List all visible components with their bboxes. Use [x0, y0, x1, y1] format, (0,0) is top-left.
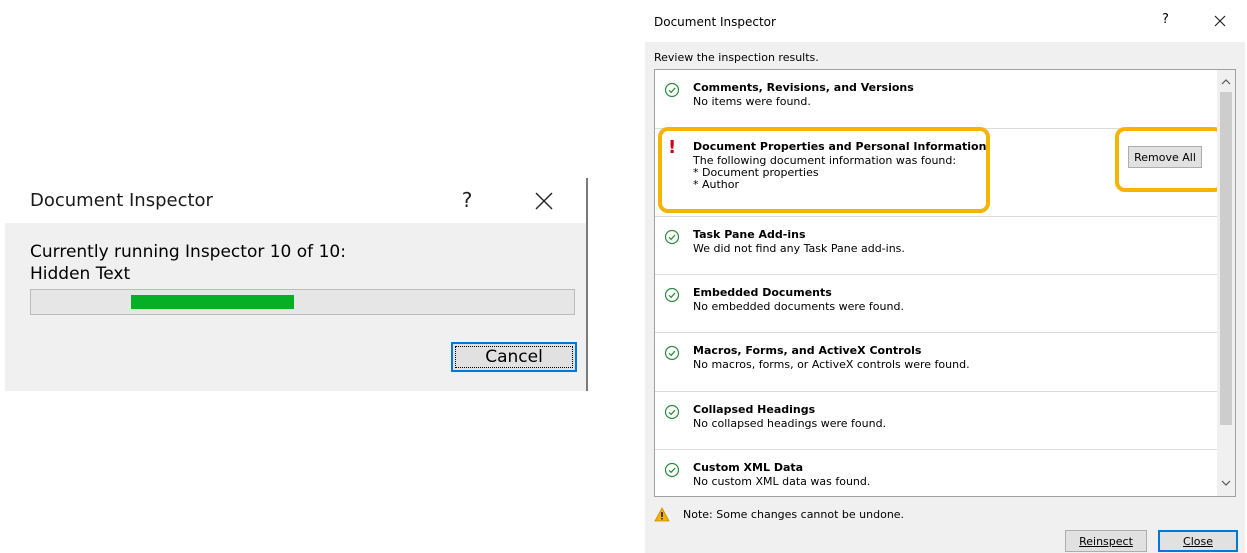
dialog-title: Document Inspector: [654, 15, 776, 29]
title-bar: Document Inspector ?: [5, 178, 586, 223]
result-item-title: Comments, Revisions, and Versions: [693, 81, 914, 94]
result-item-title: Task Pane Add-ins: [693, 228, 806, 241]
scroll-down-arrow-icon[interactable]: [1221, 478, 1231, 488]
warning-triangle-icon: [654, 507, 670, 522]
result-item-title: Macros, Forms, and ActiveX Controls: [693, 344, 922, 357]
dialog-title: Document Inspector: [30, 190, 213, 211]
check-circle-icon: [664, 287, 680, 303]
inspector-progress-dialog: Document Inspector ? Currently running I…: [5, 178, 588, 391]
result-item: Task Pane Add-ins We did not find any Ta…: [655, 217, 1218, 275]
result-item: Collapsed Headings No collapsed headings…: [655, 392, 1218, 450]
exclamation-icon: !: [668, 137, 677, 158]
help-button[interactable]: ?: [459, 188, 475, 212]
description-line: No macros, forms, or ActiveX controls we…: [693, 358, 970, 371]
check-circle-icon: [664, 462, 680, 478]
result-item-description: The following document information was f…: [693, 155, 956, 191]
description-line: No custom XML data was found.: [693, 475, 871, 488]
results-subtitle: Review the inspection results.: [654, 51, 819, 64]
result-item-description: No embedded documents were found.: [693, 301, 904, 313]
result-item-title: Collapsed Headings: [693, 403, 816, 416]
close-button[interactable]: Close: [1158, 530, 1238, 552]
status-line-1: Currently running Inspector 10 of 10:: [30, 242, 346, 262]
remove-all-button[interactable]: Remove All: [1128, 146, 1202, 168]
focus-ring: [455, 346, 573, 368]
description-line: No items were found.: [693, 95, 811, 108]
status-line-2: Hidden Text: [30, 264, 131, 284]
result-item-personal-info: ! Document Properties and Personal Infor…: [655, 129, 1218, 217]
result-item-title: Document Properties and Personal Informa…: [693, 140, 987, 153]
help-button[interactable]: ?: [1162, 12, 1169, 27]
check-circle-icon: [664, 229, 680, 245]
cancel-button[interactable]: Cancel: [451, 342, 577, 372]
progress-bar-fill: [131, 295, 294, 309]
description-line: * Author: [693, 178, 740, 191]
vertical-scrollbar[interactable]: [1217, 70, 1235, 496]
progress-bar: [30, 289, 575, 315]
result-item-description: No items were found.: [693, 96, 811, 108]
title-bar: Document Inspector ?: [645, 0, 1245, 42]
close-icon[interactable]: [535, 192, 553, 210]
result-item: Embedded Documents No embedded documents…: [655, 275, 1218, 333]
scroll-up-arrow-icon[interactable]: [1221, 77, 1231, 87]
description-line: No embedded documents were found.: [693, 300, 904, 313]
close-icon[interactable]: [1214, 15, 1226, 27]
check-circle-icon: [664, 82, 680, 98]
result-item-description: No custom XML data was found.: [693, 476, 870, 488]
result-item-title: Custom XML Data: [693, 461, 804, 474]
result-item-description: No macros, forms, or ActiveX controls we…: [693, 359, 970, 371]
description-line: We did not find any Task Pane add-ins.: [693, 242, 905, 255]
result-item-title: Embedded Documents: [693, 286, 832, 299]
result-item-description: We did not find any Task Pane add-ins.: [693, 243, 905, 255]
result-item-description: No collapsed headings were found.: [693, 418, 886, 430]
result-item: Custom XML Data No custom XML data was f…: [655, 450, 1218, 496]
check-circle-icon: [664, 404, 680, 420]
result-item: Comments, Revisions, and Versions No ite…: [655, 70, 1218, 129]
reinspect-button[interactable]: Reinspect: [1065, 530, 1147, 552]
results-list[interactable]: Comments, Revisions, and Versions No ite…: [654, 69, 1236, 497]
inspector-results-dialog: Document Inspector ? Review the inspecti…: [645, 0, 1245, 553]
result-item: Macros, Forms, and ActiveX Controls No m…: [655, 333, 1218, 392]
description-line: No collapsed headings were found.: [693, 417, 887, 430]
scrollbar-thumb[interactable]: [1220, 92, 1232, 425]
note-text: Note: Some changes cannot be undone.: [683, 508, 905, 521]
check-circle-icon: [664, 345, 680, 361]
status-text: Currently running Inspector 10 of 10: Hi…: [30, 241, 550, 285]
